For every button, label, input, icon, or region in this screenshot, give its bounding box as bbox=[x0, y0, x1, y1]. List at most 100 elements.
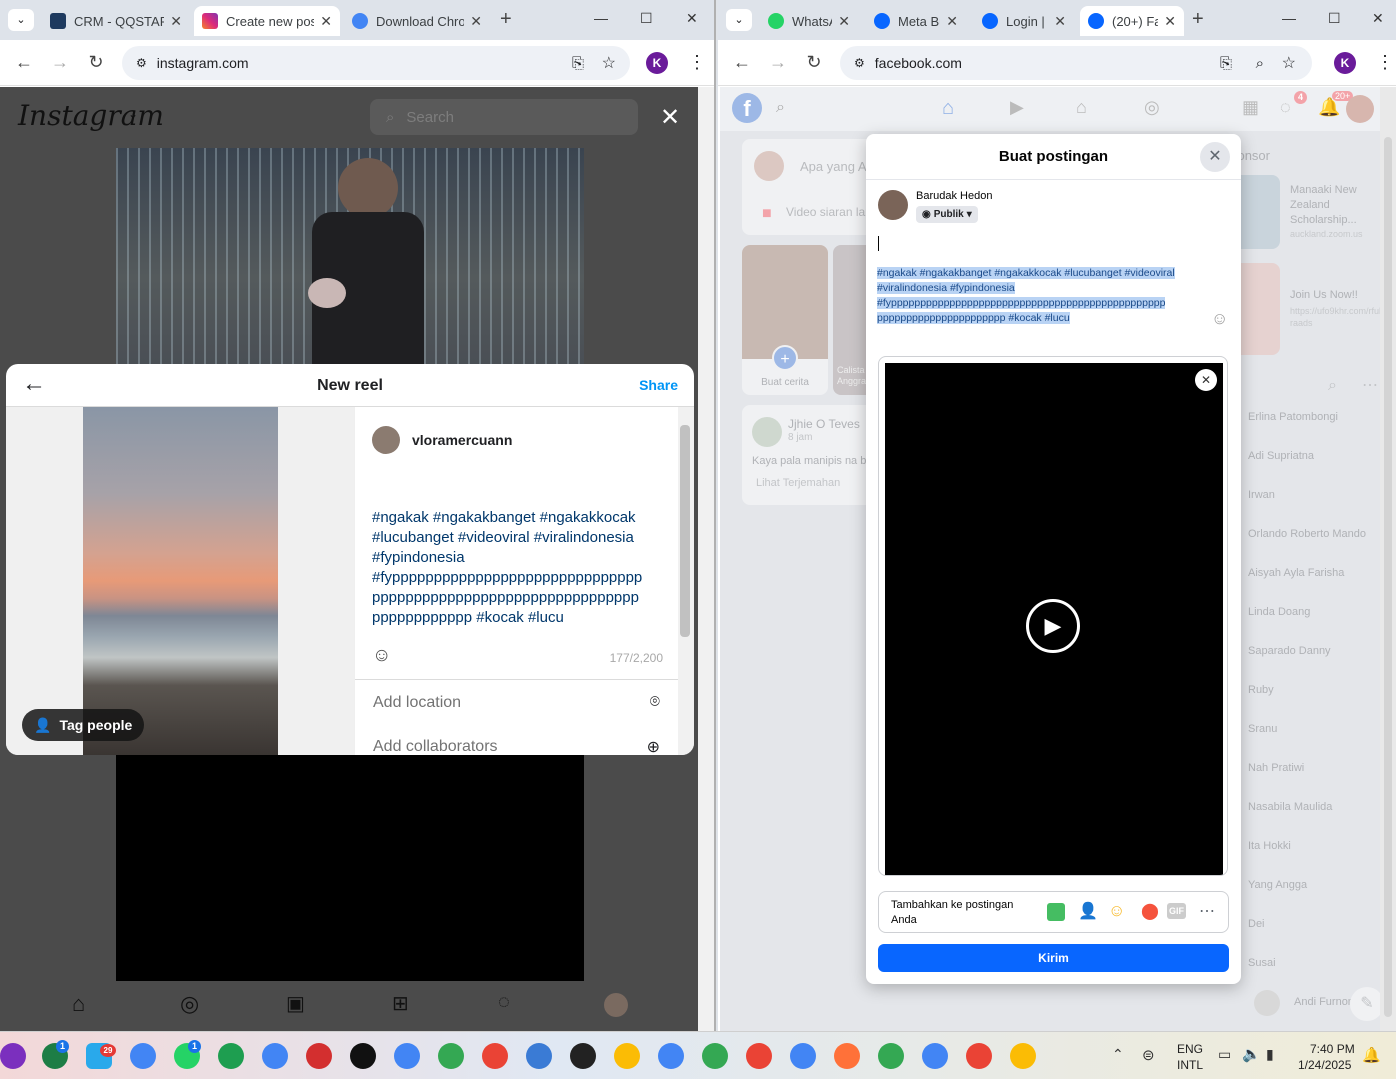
search-box[interactable]: ⌕ Search bbox=[370, 99, 638, 135]
forward-arrow-icon[interactable]: → bbox=[764, 52, 792, 73]
contact-item[interactable]: Ruby bbox=[1240, 678, 1390, 708]
emoji-icon[interactable]: ☺ bbox=[372, 645, 391, 667]
app-icon[interactable] bbox=[570, 1043, 596, 1069]
scrollbar[interactable] bbox=[678, 407, 694, 755]
post-author[interactable]: Jjhie O Teves bbox=[788, 417, 860, 431]
scrollbar-thumb[interactable] bbox=[680, 425, 690, 637]
site-info-icon[interactable]: ⚙ bbox=[136, 56, 147, 70]
tab-search-chevron-icon[interactable]: ⌄ bbox=[726, 9, 752, 31]
chrome-icon[interactable] bbox=[438, 1043, 464, 1069]
video-preview[interactable]: ▶ ✕ bbox=[885, 363, 1223, 875]
maximize-icon[interactable]: ☐ bbox=[1328, 10, 1341, 27]
watch-icon[interactable]: ▶ bbox=[1010, 97, 1024, 118]
firefox-icon[interactable] bbox=[834, 1043, 860, 1069]
browser-menu-icon[interactable]: ⋮ bbox=[688, 52, 706, 73]
back-arrow-icon[interactable]: ← bbox=[728, 52, 756, 73]
profile-avatar[interactable]: K bbox=[646, 52, 668, 74]
close-modal-icon[interactable]: ✕ bbox=[1200, 142, 1230, 172]
close-overlay-icon[interactable]: ✕ bbox=[660, 103, 680, 132]
search-icon[interactable]: ⌕ bbox=[776, 99, 785, 117]
tab-crm[interactable]: CRM - QQSTAR ✕ bbox=[42, 6, 190, 36]
display-icon[interactable]: ▭ bbox=[1218, 1046, 1231, 1063]
contact-item[interactable]: Erlina Patombongi bbox=[1240, 405, 1390, 435]
close-tab-icon[interactable]: ✕ bbox=[1164, 13, 1176, 30]
see-translation-link[interactable]: Lihat Terjemahan bbox=[756, 477, 840, 489]
clock-time[interactable]: 7:40 PM bbox=[1310, 1042, 1355, 1056]
chrome-icon[interactable] bbox=[482, 1043, 508, 1069]
battery-icon[interactable]: ▮ bbox=[1266, 1046, 1274, 1063]
ad-item[interactable]: Manaaki New Zealand Scholarship... auckl… bbox=[1240, 175, 1390, 249]
tab-search-chevron-icon[interactable]: ⌄ bbox=[8, 9, 34, 31]
chrome-icon[interactable] bbox=[878, 1043, 904, 1069]
page-scrollbar[interactable] bbox=[698, 87, 714, 1031]
layout-label[interactable]: INTL bbox=[1177, 1058, 1203, 1072]
contact-item[interactable]: Adi Supriatna bbox=[1240, 444, 1390, 474]
create-story-card[interactable]: + Buat cerita bbox=[742, 245, 828, 395]
chrome-icon[interactable] bbox=[790, 1043, 816, 1069]
facebook-logo-icon[interactable]: f bbox=[732, 93, 762, 123]
clock-date[interactable]: 1/24/2025 bbox=[1298, 1058, 1351, 1072]
notepad-icon[interactable] bbox=[526, 1043, 552, 1069]
install-app-icon[interactable]: ⎘ bbox=[1220, 55, 1232, 72]
messenger-icon[interactable]: ◌ bbox=[1280, 97, 1291, 118]
tag-people-icon[interactable]: 👤 bbox=[1078, 901, 1098, 921]
minimize-icon[interactable]: — bbox=[594, 10, 608, 26]
caption-textarea[interactable]: #ngakak #ngakakbanget #ngakakkocak #lucu… bbox=[372, 508, 668, 628]
close-tab-icon[interactable]: ✕ bbox=[170, 13, 182, 30]
bookmark-star-icon[interactable]: ☆ bbox=[602, 53, 616, 73]
close-tab-icon[interactable]: ✕ bbox=[946, 13, 958, 30]
chrome-icon[interactable] bbox=[394, 1043, 420, 1069]
app-icon[interactable] bbox=[350, 1043, 376, 1069]
scrollbar-thumb[interactable] bbox=[1384, 137, 1392, 1017]
remove-media-icon[interactable]: ✕ bbox=[1195, 369, 1217, 391]
chrome-icon[interactable] bbox=[130, 1043, 156, 1069]
explore-icon[interactable]: ◎ bbox=[180, 991, 199, 1017]
reels-icon[interactable]: ▣ bbox=[286, 991, 305, 1016]
account-avatar[interactable] bbox=[1346, 95, 1374, 123]
post-textarea[interactable]: #ngakak #ngakakbanget #ngakakkocak #lucu… bbox=[877, 266, 1212, 326]
contact-item[interactable]: Susai bbox=[1240, 951, 1390, 981]
tab-facebook[interactable]: (20+) Facebook ✕ bbox=[1080, 6, 1184, 36]
tab-whatsapp[interactable]: WhatsApp ✕ bbox=[760, 6, 858, 36]
browser-menu-icon[interactable]: ⋮ bbox=[1376, 52, 1394, 73]
reload-icon[interactable]: ↻ bbox=[82, 52, 110, 73]
contact-item[interactable]: Orlando Roberto Mando bbox=[1240, 522, 1390, 552]
contacts-more-icon[interactable]: ⋯ bbox=[1362, 375, 1378, 395]
contact-item[interactable]: Dei bbox=[1240, 912, 1390, 942]
reload-icon[interactable]: ↻ bbox=[800, 52, 828, 73]
emoji-icon[interactable]: ☺ bbox=[1211, 309, 1228, 329]
notification-bell-icon[interactable]: 🔔 bbox=[1362, 1046, 1381, 1064]
contact-item[interactable]: Ita Hokki bbox=[1240, 834, 1390, 864]
close-tab-icon[interactable]: ✕ bbox=[470, 13, 482, 30]
home-icon[interactable]: ⌂ bbox=[942, 97, 954, 120]
close-tab-icon[interactable]: ✕ bbox=[320, 13, 332, 30]
new-tab-plus-icon[interactable]: + bbox=[1192, 8, 1204, 31]
tab-meta-business[interactable]: Meta Business ✕ bbox=[866, 6, 966, 36]
forward-arrow-icon[interactable]: → bbox=[46, 52, 74, 73]
ad-item[interactable]: Join Us Now!! https://ufo9khr.com/rfultr… bbox=[1240, 263, 1390, 355]
contact-item[interactable]: Irwan bbox=[1240, 483, 1390, 513]
chrome-icon[interactable] bbox=[966, 1043, 992, 1069]
contact-item[interactable]: Sranu bbox=[1240, 717, 1390, 747]
live-video-icon[interactable]: ■ bbox=[762, 205, 772, 223]
home-icon[interactable]: ⌂ bbox=[72, 991, 85, 1017]
privacy-selector[interactable]: ◉ Publik ▾ bbox=[916, 206, 978, 223]
minimize-icon[interactable]: — bbox=[1282, 10, 1296, 26]
chrome-icon[interactable] bbox=[658, 1043, 684, 1069]
messenger-icon[interactable]: ◌ bbox=[498, 991, 510, 1014]
close-window-icon[interactable]: ✕ bbox=[1372, 10, 1384, 27]
menu-grid-icon[interactable]: ▦ bbox=[1242, 97, 1259, 118]
marketplace-icon[interactable]: ⌂ bbox=[1076, 97, 1087, 118]
photo-video-icon[interactable] bbox=[1047, 903, 1065, 921]
add-collaborators-field[interactable]: Add collaborators bbox=[373, 738, 498, 755]
tab-create-new-post[interactable]: Create new post ✕ bbox=[194, 6, 340, 36]
address-bar[interactable]: ⚙ facebook.com ⎘ ⌕ ☆ bbox=[840, 46, 1312, 80]
instagram-logo[interactable]: Instagram bbox=[18, 99, 164, 132]
contact-item[interactable]: Aisyah Ayla Farisha bbox=[1240, 561, 1390, 591]
close-window-icon[interactable]: ✕ bbox=[686, 10, 698, 27]
gif-icon[interactable]: GIF bbox=[1167, 903, 1186, 919]
zoom-icon[interactable]: ⌕ bbox=[1256, 55, 1264, 72]
chrome-icon[interactable] bbox=[614, 1043, 640, 1069]
profile-avatar[interactable]: K bbox=[1334, 52, 1356, 74]
network-icon[interactable]: ⊜ bbox=[1142, 1046, 1155, 1064]
